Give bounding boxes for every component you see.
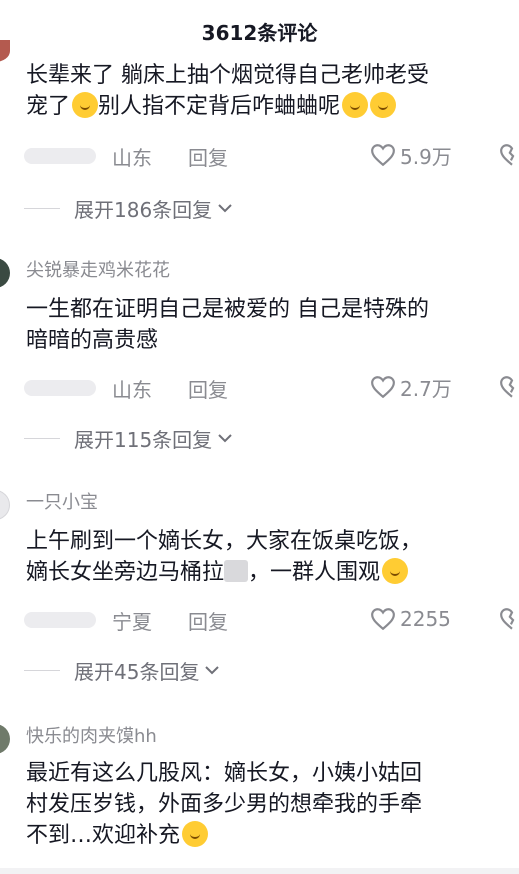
avatar[interactable]	[0, 490, 10, 520]
reply-button[interactable]: 回复	[188, 606, 228, 635]
timestamp-blurred	[24, 148, 96, 164]
emoji-icon	[370, 92, 397, 118]
like-count: 2.7万	[400, 376, 452, 401]
comment-meta: 山东 回复 5.9万	[24, 140, 519, 171]
comments-header: 3612条评论	[0, 0, 519, 56]
comment-line: 别人指不定背后咋蛐蛐呢	[98, 94, 341, 119]
emoji-icon	[342, 92, 369, 118]
expand-replies[interactable]: 展开115条回复	[24, 424, 234, 452]
expand-replies-label: 展开115条回复	[74, 427, 213, 452]
comment-text[interactable]: 一生都在证明自己是被爱的 自己是特殊的 暗暗的高贵感	[26, 294, 518, 356]
emoji-icon	[72, 92, 99, 118]
divider-line	[24, 207, 60, 209]
comment-line: 一生都在证明自己是被爱的 自己是特殊的	[26, 297, 429, 322]
comment-line: 嫡长女坐旁边马桶拉	[26, 560, 225, 585]
expand-replies[interactable]: 展开186条回复	[24, 194, 234, 222]
comment-line: 长辈来了 躺床上抽个烟觉得自己老帅老受	[26, 63, 429, 88]
avatar[interactable]	[0, 724, 10, 754]
chevron-down-icon	[218, 204, 232, 213]
emoji-icon	[382, 558, 409, 584]
comment-line: 暗暗的高贵感	[26, 328, 159, 353]
comment-meta: 山东 回复 2.7万	[24, 372, 519, 403]
comment-line: 村发压岁钱，外面多少男的想牵我的手牵	[26, 792, 423, 817]
emoji-icon	[182, 821, 209, 847]
comment-line: 上午刷到一个嫡长女，大家在饭桌吃饭，	[26, 529, 423, 554]
heart-outline-icon	[371, 608, 395, 631]
blurred-word	[224, 560, 249, 582]
comment-line: 不到…欢迎补充	[26, 823, 181, 848]
username[interactable]: 快乐的肉夹馍hh	[26, 722, 157, 748]
comment-text[interactable]: 上午刷到一个嫡长女，大家在饭桌吃饭， 嫡长女坐旁边马桶拉 ，一群人围观	[26, 526, 518, 588]
chevron-down-icon	[218, 434, 232, 443]
timestamp-blurred	[24, 612, 96, 628]
comment-count-title: 3612条评论	[201, 21, 318, 45]
reply-button[interactable]: 回复	[188, 142, 228, 171]
comment-text[interactable]: 长辈来了 躺床上抽个烟觉得自己老帅老受 宠了 别人指不定背后咋蛐蛐呢	[26, 60, 518, 122]
avatar[interactable]	[0, 258, 10, 288]
heart-outline-icon	[371, 144, 395, 167]
broken-heart-icon[interactable]	[499, 607, 519, 631]
location: 宁夏	[112, 610, 152, 634]
location: 山东	[112, 146, 152, 170]
comment-line: ，一群人围观	[248, 560, 381, 585]
comment-line: 宠了	[26, 94, 71, 119]
expand-replies-label: 展开186条回复	[74, 197, 213, 222]
like-button[interactable]: 5.9万	[370, 140, 452, 170]
username[interactable]: 尖锐暴走鸡米花花	[26, 256, 170, 282]
comment-line: 最近有这么几股风：嫡长女，小姨小姑回	[26, 761, 423, 786]
expand-replies[interactable]: 展开45条回复	[24, 656, 221, 684]
expand-replies-label: 展开45条回复	[74, 659, 200, 684]
like-count: 2255	[400, 607, 451, 631]
heart-outline-icon	[371, 376, 395, 399]
divider-line	[24, 669, 60, 671]
comment-meta: 宁夏 回复 2255	[24, 604, 519, 635]
bottom-edge	[0, 868, 519, 874]
avatar[interactable]	[0, 40, 10, 62]
timestamp-blurred	[24, 380, 96, 396]
broken-heart-icon[interactable]	[499, 375, 519, 399]
divider-line	[24, 437, 60, 439]
like-count: 5.9万	[400, 144, 452, 169]
username[interactable]: 一只小宝	[26, 488, 98, 514]
chevron-down-icon	[205, 666, 220, 675]
broken-heart-icon[interactable]	[499, 143, 519, 167]
comment-text[interactable]: 最近有这么几股风：嫡长女，小姨小姑回 村发压岁钱，外面多少男的想牵我的手牵 不到…	[26, 758, 518, 851]
like-button[interactable]: 2255	[370, 604, 451, 634]
location: 山东	[112, 378, 152, 402]
reply-button[interactable]: 回复	[188, 374, 228, 403]
like-button[interactable]: 2.7万	[370, 372, 452, 402]
